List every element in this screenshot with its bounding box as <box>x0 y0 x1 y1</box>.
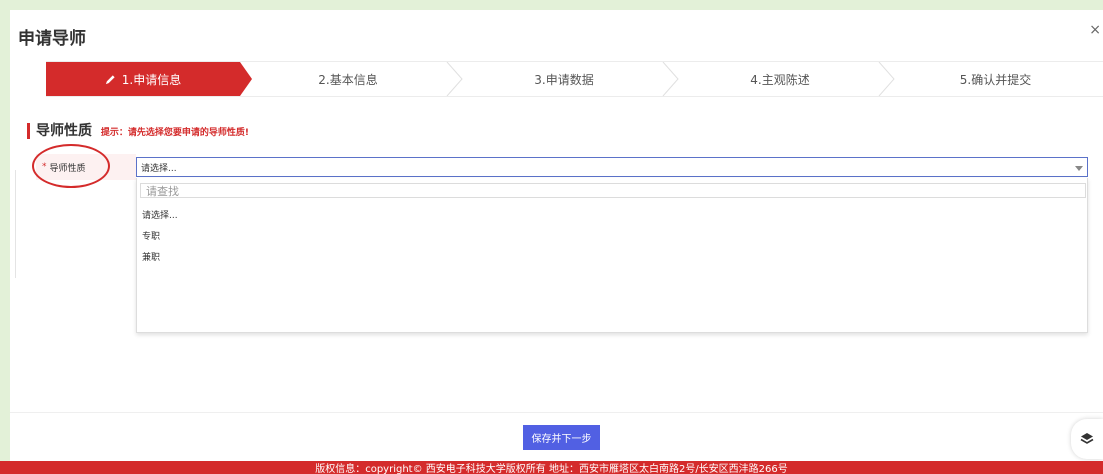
section-title: 导师性质 <box>36 123 92 139</box>
close-icon[interactable]: × <box>1089 22 1101 38</box>
step-progress: 1.申请信息 2.基本信息 3.申请数据 4.主观陈述 5.确认并提交 <box>46 61 1103 97</box>
caret-down-icon <box>1075 166 1083 171</box>
step-5-confirm-submit[interactable]: 5.确认并提交 <box>888 62 1103 96</box>
step-2-label: 2.基本信息 <box>318 72 378 87</box>
option-placeholder[interactable]: 请选择... <box>142 208 178 221</box>
step-3-label: 3.申请数据 <box>534 72 594 87</box>
copyright-bar: 版权信息：copyright© 西安电子科技大学版权所有 地址：西安市雁塔区太白… <box>0 461 1103 474</box>
step-4-label: 4.主观陈述 <box>750 72 810 87</box>
option-full-time[interactable]: 专职 <box>142 229 160 242</box>
highlight-annotation <box>32 144 110 188</box>
layers-button[interactable] <box>1071 419 1103 459</box>
modal-title: 申请导师 <box>18 29 86 49</box>
step-1-apply-info[interactable]: 1.申请信息 <box>46 62 252 96</box>
section-heading: 导师性质 提示：请先选择您要申请的导师性质! <box>27 123 249 139</box>
dropdown-search-input[interactable]: 请查找 <box>140 183 1086 198</box>
step-5-label: 5.确认并提交 <box>959 72 1032 87</box>
select-value: 请选择... <box>141 163 177 174</box>
pencil-icon <box>105 74 115 84</box>
step-4-statement[interactable]: 4.主观陈述 <box>672 62 888 96</box>
tutor-type-select[interactable]: 请选择... <box>136 157 1088 177</box>
layers-icon <box>1080 433 1094 444</box>
save-next-button[interactable]: 保存并下一步 <box>523 425 600 450</box>
option-part-time[interactable]: 兼职 <box>142 250 160 263</box>
section-tip: 提示：请先选择您要申请的导师性质! <box>100 128 249 138</box>
copyright-text: 版权信息：copyright© 西安电子科技大学版权所有 地址：西安市雁塔区太白… <box>315 464 788 474</box>
step-3-apply-data[interactable]: 3.申请数据 <box>456 62 672 96</box>
step-1-label: 1.申请信息 <box>121 72 182 87</box>
apply-tutor-modal: 申请导师 × 1.申请信息 2.基本信息 3.申请数据 4.主观陈述 5.确认并… <box>10 10 1103 474</box>
step-2-basic-info[interactable]: 2.基本信息 <box>240 62 456 96</box>
footer-divider <box>10 412 1103 413</box>
tutor-type-dropdown: 请查找 请选择... 专职 兼职 <box>136 178 1088 333</box>
side-divider <box>10 170 16 278</box>
